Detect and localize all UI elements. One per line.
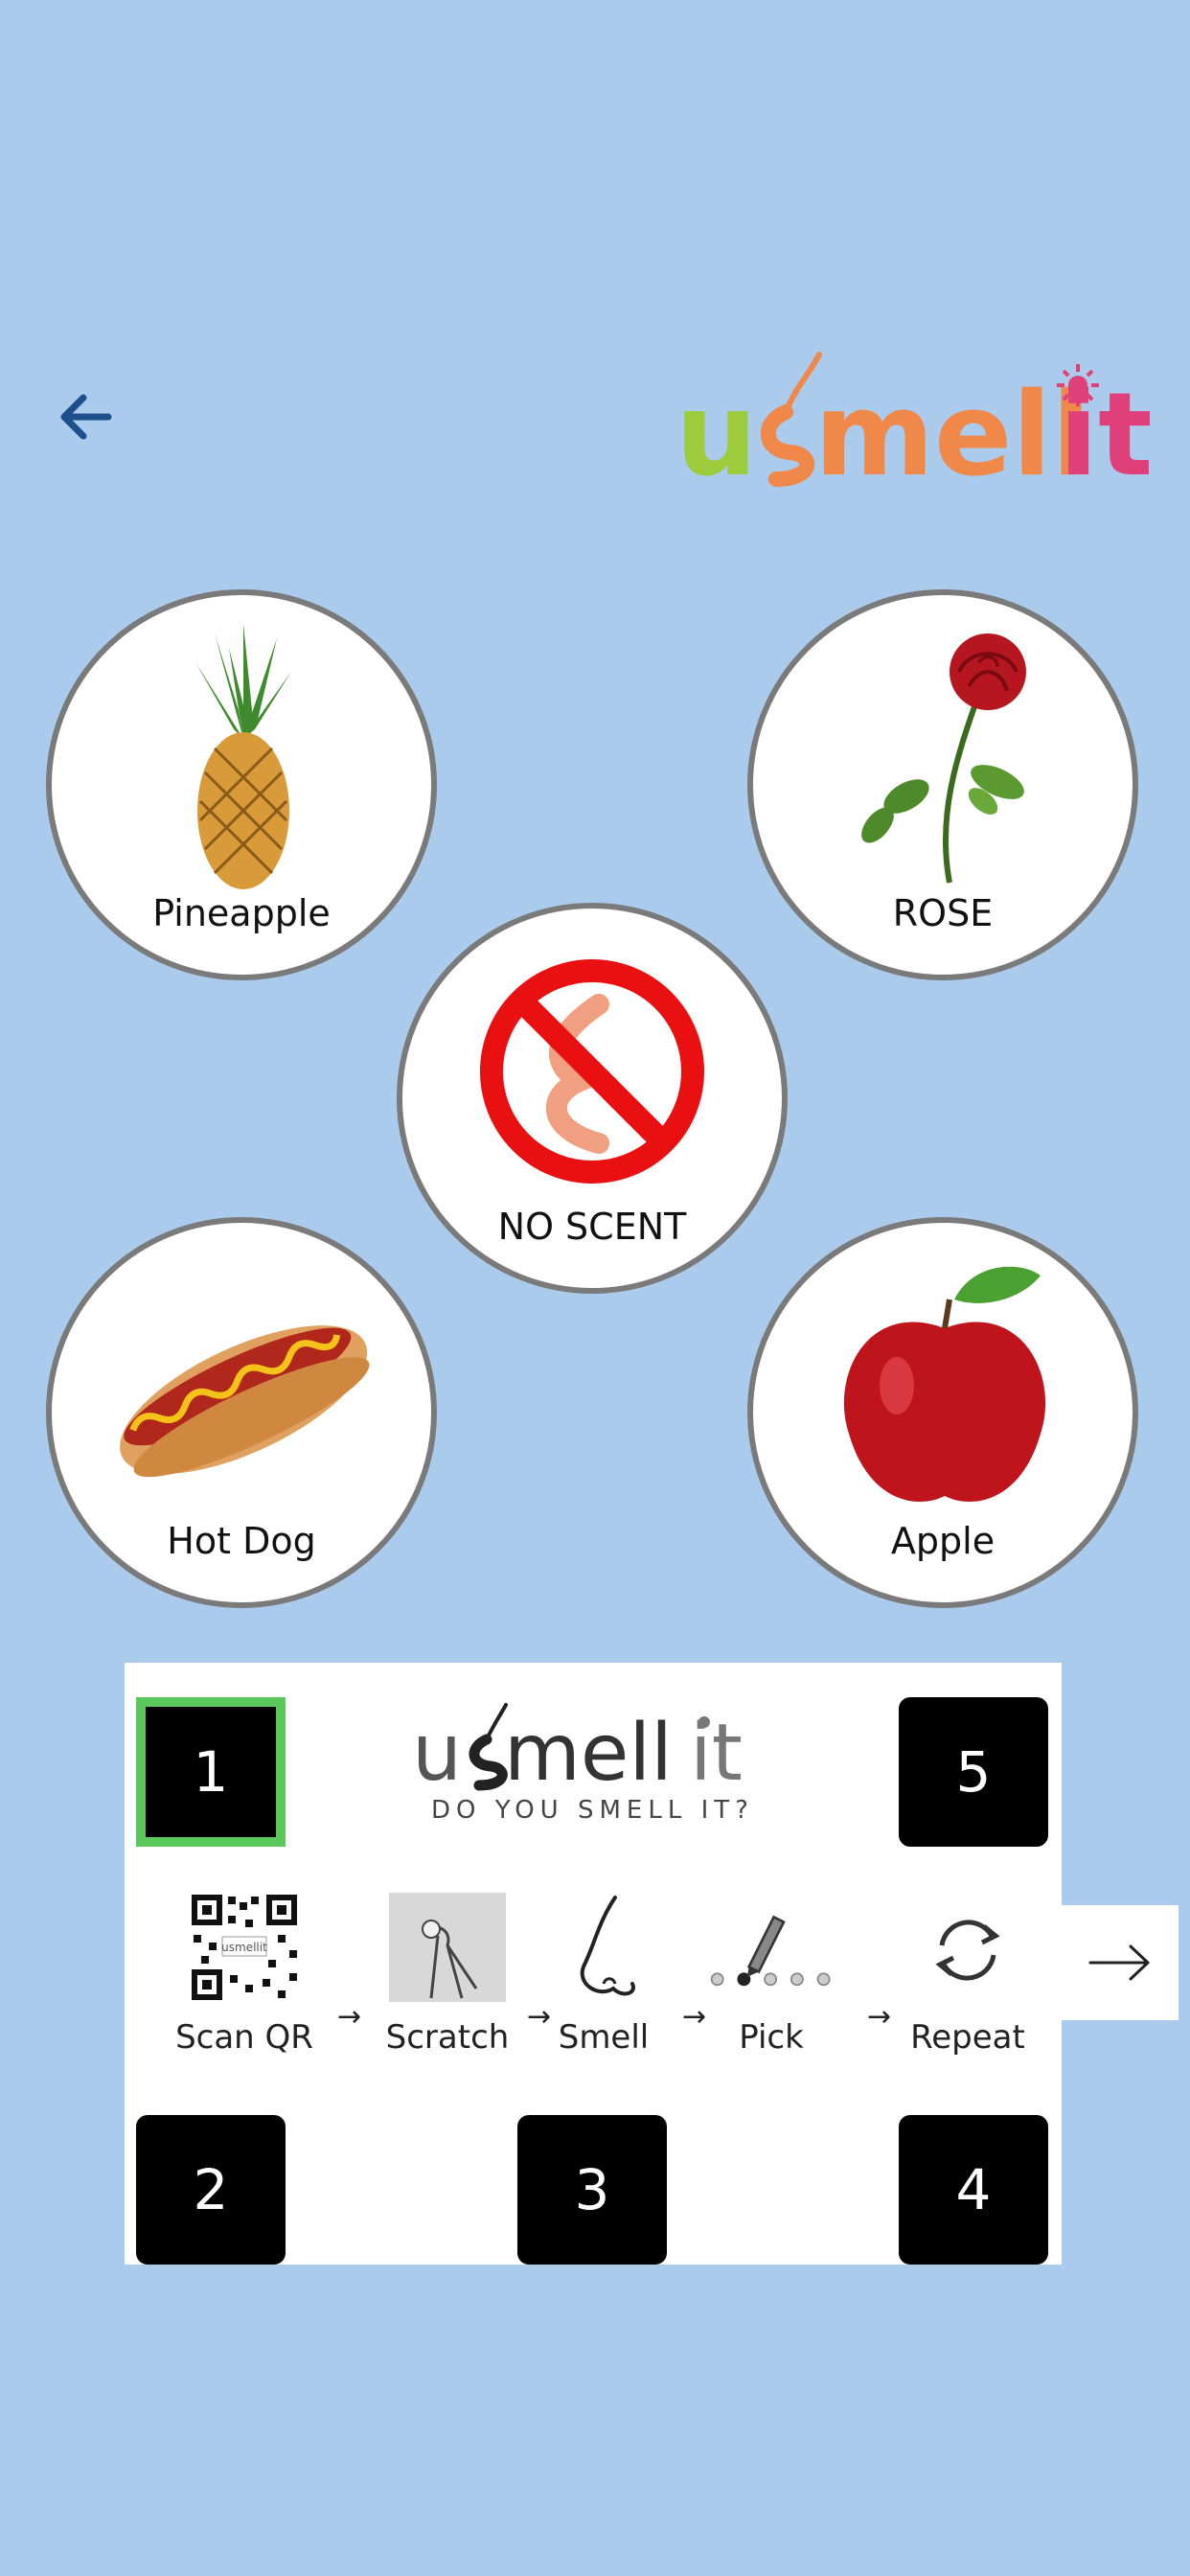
- svg-text:it: it: [690, 1708, 743, 1799]
- choice-pineapple[interactable]: Pineapple: [46, 589, 437, 980]
- repeat-icon: [935, 1920, 1000, 1981]
- svg-text:u: u: [675, 369, 757, 498]
- svg-text:usmellit: usmellit: [221, 1941, 267, 1954]
- usmellit-logo: u mell it: [675, 352, 1150, 498]
- steps-row: usmellit Scan QR → Scratch → Smell → Pic…: [125, 1893, 1062, 2065]
- choice-hot-dog[interactable]: Hot Dog: [46, 1217, 437, 1608]
- screen: u mell it Pineapple ROSE NO SCENT Hot Do…: [0, 0, 1190, 2576]
- step-smell: Smell: [546, 1893, 661, 2057]
- choice-label: Hot Dog: [167, 1520, 316, 1562]
- step-label: Repeat: [910, 2018, 1025, 2057]
- step-number-box: 1: [136, 1697, 286, 1847]
- svg-text:u: u: [412, 1708, 462, 1799]
- choice-label: ROSE: [892, 892, 994, 934]
- step-scan-qr: usmellit Scan QR: [163, 1893, 326, 2057]
- step-number-box: 3: [517, 2115, 667, 2265]
- nose-icon: [580, 1896, 635, 1996]
- pick-pencil-icon: [710, 1915, 831, 1987]
- step-number-box: 2: [136, 2115, 286, 2265]
- choice-apple[interactable]: Apple: [747, 1217, 1138, 1608]
- step-number-box: 4: [899, 2115, 1048, 2265]
- arrow-left-icon: [60, 394, 112, 440]
- tagline: DO YOU SMELL IT?: [431, 1796, 754, 1825]
- qr-code-icon: usmellit: [190, 1893, 299, 2002]
- svg-text:mell: mell: [504, 1708, 673, 1799]
- step-label: Smell: [558, 2018, 650, 2057]
- choice-rose[interactable]: ROSE: [747, 589, 1138, 980]
- step-pick: Pick: [699, 1893, 843, 2057]
- arrow-right-icon: [1088, 1944, 1150, 1981]
- choice-label: NO SCENT: [497, 1206, 687, 1248]
- back-button[interactable]: [48, 379, 125, 455]
- choice-no-scent[interactable]: NO SCENT: [397, 903, 788, 1294]
- step-number-box: 5: [899, 1697, 1048, 1847]
- step-label: Pick: [739, 2018, 804, 2057]
- instructions-panel: 1 5 u mell it DO YOU SMELL IT? usmellit …: [125, 1663, 1062, 2265]
- svg-text:mell: mell: [814, 369, 1091, 498]
- step-label: Scratch: [385, 2018, 510, 2057]
- step-scratch: Scratch: [376, 1893, 519, 2057]
- choice-label: Pineapple: [152, 892, 331, 934]
- step-repeat: Repeat: [891, 1893, 1044, 2057]
- step-label: Scan QR: [175, 2018, 313, 2057]
- choice-label: Apple: [890, 1520, 995, 1562]
- flow-arrow: →: [867, 2000, 892, 2034]
- flow-arrow: →: [337, 2000, 362, 2034]
- scratch-hand-icon: [389, 1893, 506, 2002]
- usmellit-logo-gray: u mell it DO YOU SMELL IT?: [412, 1703, 754, 1825]
- next-button[interactable]: [1062, 1905, 1179, 2020]
